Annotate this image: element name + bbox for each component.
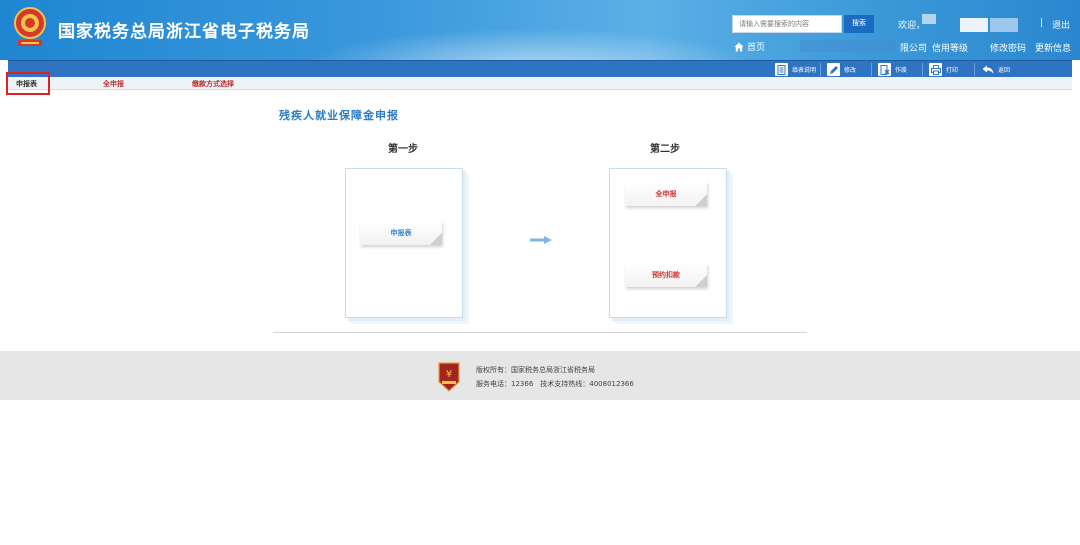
void-button[interactable]: 作废 — [878, 62, 907, 77]
printer-icon — [929, 63, 942, 76]
tax-emblem-icon — [14, 7, 46, 46]
search-input[interactable]: 请输入需要搜索的内容 — [732, 15, 842, 33]
svg-text:¥: ¥ — [446, 369, 452, 380]
credit-rating-link[interactable]: 信用等级 — [932, 41, 968, 54]
active-tab-highlight — [6, 72, 50, 95]
logout-link[interactable]: 退出 — [1052, 18, 1070, 31]
site-title: 国家税务总局浙江省电子税务局 — [58, 22, 310, 42]
company-name: 限公司 — [900, 44, 928, 54]
page-title: 残疾人就业保障金申报 — [279, 109, 399, 122]
tax-service-badge-icon: ¥ — [438, 362, 460, 392]
step1-label: 第一步 — [388, 144, 418, 155]
home-link[interactable]: 首页 — [734, 40, 765, 53]
back-label: 返回 — [998, 67, 1011, 74]
edit-button[interactable]: 修改 — [827, 62, 856, 77]
action-toolbar: 填表说明 修改 作废 打印 返回 — [8, 60, 1072, 77]
footer-service-hotline: 服务电话：12366 技术支持热线：4008012366 — [476, 380, 634, 388]
company-name-redacted — [800, 40, 896, 52]
step2-label: 第二步 — [650, 144, 680, 155]
fill-instructions-label: 填表说明 — [792, 67, 817, 74]
print-label: 打印 — [946, 67, 959, 74]
edit-label: 修改 — [844, 67, 857, 74]
void-icon — [878, 63, 891, 76]
toolbar-divider — [871, 63, 872, 76]
user-name-redacted — [960, 18, 988, 32]
user-name-redacted — [990, 18, 1018, 32]
back-arrow-icon — [981, 63, 994, 76]
scheduled-deduction-button[interactable]: 预约扣款 — [625, 263, 707, 287]
change-password-link[interactable]: 修改密码 — [990, 41, 1026, 54]
welcome-text: 欢迎， — [898, 21, 926, 31]
pencil-icon — [827, 63, 840, 76]
content-divider — [273, 332, 807, 333]
tab-payment-method[interactable]: 缴款方式选择 — [192, 79, 234, 89]
logout-separator: | — [1040, 18, 1044, 28]
site-header: 国家税务总局浙江省电子税务局 请输入需要搜索的内容 搜索 欢迎， | 退出 首页… — [0, 0, 1080, 60]
tab-full-declaration[interactable]: 全申报 — [103, 79, 124, 89]
user-name-redacted — [922, 14, 936, 24]
declaration-form-button[interactable]: 申报表 — [360, 221, 442, 245]
document-icon — [775, 63, 788, 76]
step-tabs: 申报表 全申报 缴款方式选择 — [8, 77, 1072, 90]
header-mountain-decoration — [300, 28, 760, 60]
home-icon — [734, 42, 744, 51]
footer-copyright: 版权所有：国家税务总局浙江省税务局 — [476, 366, 595, 374]
right-arrow-icon — [530, 236, 552, 244]
full-declaration-button[interactable]: 全申报 — [625, 182, 707, 206]
fill-instructions-button[interactable]: 填表说明 — [775, 62, 816, 77]
site-footer — [0, 351, 1080, 400]
home-label: 首页 — [747, 43, 766, 53]
toolbar-divider — [974, 63, 975, 76]
search-button[interactable]: 搜索 — [844, 15, 874, 33]
void-label: 作废 — [895, 67, 908, 74]
toolbar-divider — [922, 63, 923, 76]
toolbar-divider — [820, 63, 821, 76]
back-button[interactable]: 返回 — [981, 62, 1010, 77]
update-info-link[interactable]: 更新信息 — [1035, 41, 1071, 54]
print-button[interactable]: 打印 — [929, 62, 958, 77]
